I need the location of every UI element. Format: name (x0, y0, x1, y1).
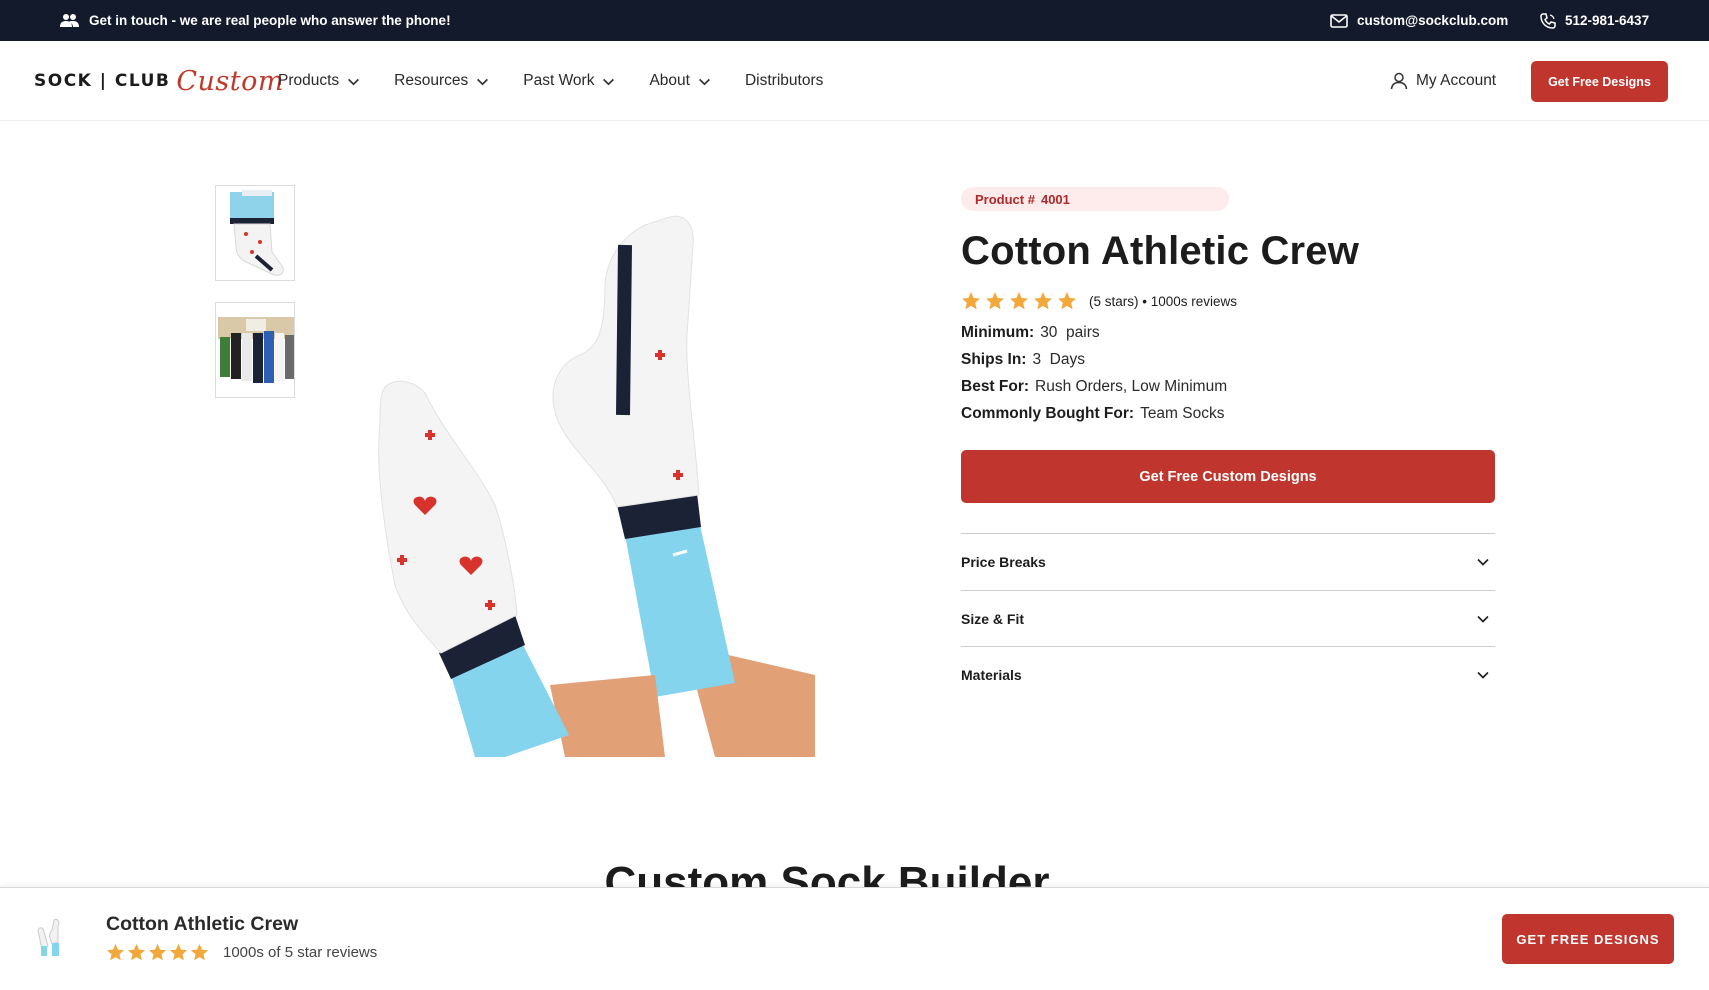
product-number-label: Product # (975, 191, 1035, 207)
nav-past-work[interactable]: Past Work (523, 72, 615, 90)
logo-text-sockclub: SOCK | CLUB (34, 71, 171, 91)
main-nav: Products Resources Past Work About Distr… (278, 41, 857, 121)
product-title: Cotton Athletic Crew (961, 229, 1360, 273)
spec-best-for: Best For: Rush Orders, Low Minimum (961, 378, 1227, 396)
spec-key: Ships In: (961, 351, 1027, 368)
star-icon (986, 292, 1004, 310)
email-text[interactable]: custom@sockclub.com (1357, 13, 1508, 28)
user-icon (1390, 72, 1408, 90)
star-icon (106, 943, 125, 961)
accordion-label: Size & Fit (961, 611, 1025, 627)
accordion-label: Price Breaks (961, 554, 1046, 570)
logo-text-custom: Custom (176, 65, 284, 97)
chevron-down-icon (1477, 671, 1489, 679)
spec-ships-in: Ships In: 3 Days (961, 351, 1085, 369)
rating-stars (961, 291, 1077, 311)
spec-minimum: Minimum: 30 pairs (961, 324, 1100, 342)
nav-products-label: Products (278, 72, 340, 89)
sticky-review-text: 1000s of 5 star reviews (223, 944, 378, 961)
chevron-down-icon (698, 78, 710, 85)
nav-distributors-label: Distributors (744, 72, 824, 89)
spec-value: 30 pairs (1040, 324, 1100, 341)
nav-resources[interactable]: Resources (394, 72, 489, 90)
chevron-down-icon (477, 78, 489, 85)
spec-value: Rush Orders, Low Minimum (1035, 378, 1228, 395)
sticky-rating-stars (106, 943, 209, 962)
get-free-designs-button[interactable]: Get Free Designs (1531, 61, 1668, 102)
spec-key: Commonly Bought For: (961, 405, 1135, 422)
nav-past-work-label: Past Work (523, 72, 595, 89)
star-icon (169, 943, 188, 961)
accordion-size-fit[interactable]: Size & Fit (961, 590, 1495, 647)
chevron-down-icon (1477, 558, 1489, 566)
star-icon (1034, 292, 1052, 310)
sticky-get-free-designs-button[interactable]: GET FREE DESIGNS (1502, 914, 1674, 964)
site-header: SOCK | CLUB Custom Products Resources Pa… (0, 41, 1709, 121)
chevron-down-icon (348, 78, 360, 85)
star-icon (1010, 292, 1028, 310)
sticky-product-bar: Cotton Athletic Crew 1000s of 5 star rev… (0, 887, 1709, 990)
nav-products[interactable]: Products (278, 72, 360, 90)
phone-icon (1540, 12, 1556, 29)
accordion-materials[interactable]: Materials (961, 646, 1495, 703)
my-account-link[interactable]: My Account (1390, 41, 1496, 121)
accordion-price-breaks[interactable]: Price Breaks (961, 533, 1495, 590)
spec-commonly-bought-for: Commonly Bought For: Team Socks (961, 405, 1224, 423)
top-contact-bar: Get in touch - we are real people who an… (0, 0, 1709, 41)
chevron-down-icon (603, 78, 615, 85)
main-product-image (378, 215, 815, 757)
sticky-product-thumbnail (37, 919, 60, 956)
spec-value: Team Socks (1140, 405, 1225, 422)
spec-key: Best For: (961, 378, 1030, 395)
star-icon (190, 943, 209, 961)
my-account-label: My Account (1416, 72, 1497, 89)
accordion-label: Materials (961, 667, 1022, 683)
nav-about[interactable]: About (649, 72, 711, 90)
email-link[interactable]: custom@sockclub.com (1330, 0, 1508, 41)
nav-distributors[interactable]: Distributors (745, 72, 823, 90)
mail-icon (1330, 13, 1348, 28)
spec-value: 3 Days (1032, 351, 1086, 368)
rating-text: (5 stars) • 1000s reviews (1089, 293, 1238, 309)
star-icon (148, 943, 167, 961)
sticky-product-name: Cotton Athletic Crew (106, 913, 299, 935)
product-thumbnail-image-2 (216, 303, 294, 397)
sticky-rating: 1000s of 5 star reviews (106, 943, 377, 962)
people-icon (60, 14, 79, 27)
product-number-value: 4001 (1040, 191, 1070, 207)
star-icon (962, 292, 980, 310)
contact-message-text: Get in touch - we are real people who an… (89, 13, 451, 28)
spec-key: Minimum: (961, 324, 1035, 341)
get-free-custom-designs-button[interactable]: Get Free Custom Designs (961, 450, 1495, 503)
phone-link[interactable]: 512-981-6437 (1540, 0, 1649, 41)
site-logo[interactable]: SOCK | CLUB Custom (34, 65, 284, 97)
chevron-down-icon (1477, 615, 1489, 623)
product-thumbnail-1[interactable] (215, 185, 295, 281)
product-rating[interactable]: (5 stars) • 1000s reviews (961, 290, 1237, 312)
star-icon (1058, 292, 1076, 310)
nav-about-label: About (649, 72, 690, 89)
product-thumbnail-image-1 (216, 186, 294, 280)
product-thumbnail-2[interactable] (215, 302, 295, 398)
product-number-badge: Product # 4001 (961, 187, 1229, 211)
nav-resources-label: Resources (394, 72, 469, 89)
phone-text[interactable]: 512-981-6437 (1565, 13, 1649, 28)
star-icon (127, 943, 146, 961)
contact-message: Get in touch - we are real people who an… (60, 0, 451, 41)
